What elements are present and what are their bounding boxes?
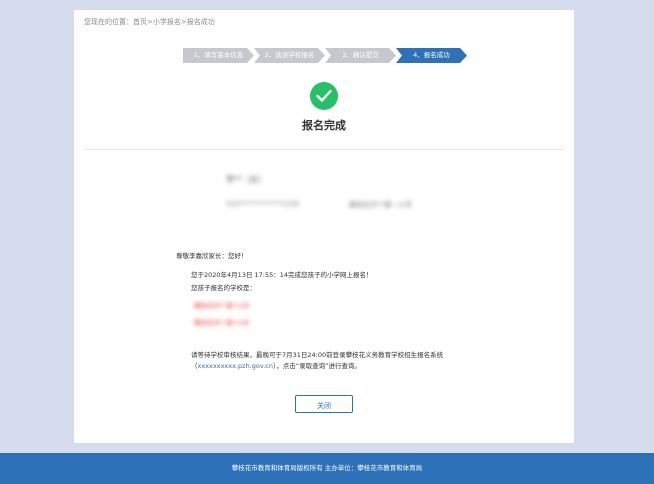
school-item: 攀枝花市**第*小学 bbox=[194, 302, 250, 310]
breadcrumb-current: 报名成功 bbox=[186, 18, 215, 26]
completion-text: 您于2020年4月13日 17:55：14完成您孩子的小学网上报名！ bbox=[191, 271, 373, 279]
step-select-school: 2、选读学校报名 bbox=[254, 48, 325, 63]
success-check-icon bbox=[310, 82, 338, 110]
applicant-name: 李**（女） bbox=[226, 175, 266, 184]
breadcrumb-home-link[interactable]: 首页 bbox=[133, 18, 147, 26]
checkmark-icon bbox=[316, 89, 332, 102]
footer-copyright: 攀枝花市教育和体育局版权所有 主办单位：攀枝花市教育和体育局 bbox=[231, 464, 423, 472]
close-button[interactable]: 关闭 bbox=[295, 395, 353, 413]
result-title: 报名完成 bbox=[302, 119, 346, 132]
breadcrumb: 您现在的位置：首页>小学报名>报名成功 bbox=[84, 17, 215, 27]
school-item: 攀枝花市**第*小学 bbox=[194, 319, 250, 327]
breadcrumb-prefix: 您现在的位置： bbox=[84, 18, 133, 26]
step-confirm-submit: 3、确认提交 bbox=[325, 48, 396, 63]
step-success: 4、报名成功 bbox=[396, 48, 467, 63]
system-link[interactable]: xxxxxxxxxx.pzh.gov.cn bbox=[198, 362, 273, 370]
step-basic-info: 1、填写基本信息 bbox=[183, 48, 254, 63]
footer: 攀枝花市教育和体育局版权所有 主办单位：攀枝花市教育和体育局 bbox=[0, 453, 654, 484]
applicant-id-number: 510************1234 bbox=[226, 200, 300, 208]
applicant-school: 攀枝花市**第一小学 bbox=[349, 201, 412, 209]
notice-rest: ），点击“录取查询”进行查询。 bbox=[272, 362, 361, 370]
breadcrumb-section-link[interactable]: 小学报名 bbox=[153, 18, 181, 26]
greeting-text: 尊敬李嘉欣家长：您好！ bbox=[176, 252, 248, 260]
divider bbox=[84, 149, 564, 150]
main-panel: 您现在的位置：首页>小学报名>报名成功 1、填写基本信息 2、选读学校报名 3、… bbox=[74, 10, 574, 443]
notice-text: 请等待学校审核结果，最晚可于7月31日24:00前登录攀枝花义务教育学校招生报名… bbox=[191, 351, 444, 359]
notice-text-line2: （xxxxxxxxxx.pzh.gov.cn），点击“录取查询”进行查询。 bbox=[191, 360, 361, 370]
progress-steps: 1、填写基本信息 2、选读学校报名 3、确认提交 4、报名成功 bbox=[183, 48, 467, 63]
schools-label: 您孩子报名的学校是： bbox=[191, 284, 256, 292]
